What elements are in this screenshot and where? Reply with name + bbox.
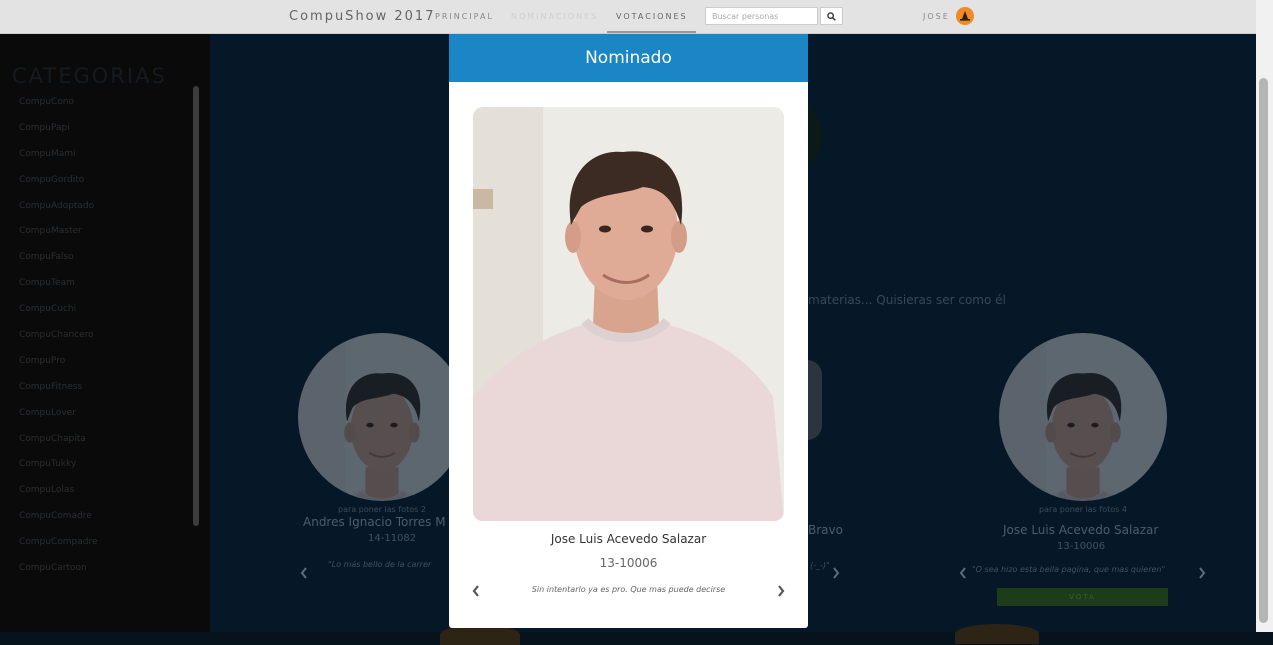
nominee-photo-fragment [807,360,822,440]
chevron-right-icon [778,585,785,597]
sidebar-title: CATEGORIAS [12,64,167,88]
sidebar-item-compupapi[interactable]: CompuPapi [19,122,98,148]
sidebar-item-computukky[interactable]: CompuTukky [19,458,98,484]
sidebar-item-compufitness[interactable]: CompuFitness [19,381,98,407]
next-button[interactable] [774,582,788,600]
nominee-carne: 13-10006 [1057,541,1106,552]
sidebar-item-compucartoon[interactable]: CompuCartoon [19,562,98,588]
user-avatar[interactable] [956,7,974,25]
photo-caption: para poner las fotos 4 [1039,505,1127,514]
nominee-name: Andres Ignacio Torres M [303,515,446,529]
sidebar-item-compucompadre[interactable]: CompuCompadre [19,536,98,562]
page-scrollbar-thumb[interactable] [1259,78,1268,623]
nominee-quote: "Lo más bello de la carrer [328,560,432,569]
nominee-description-fragment: materias... Quisieras ser como él [808,293,1006,307]
sidebar-item-compupro[interactable]: CompuPro [19,355,98,381]
active-tab-indicator [607,31,696,33]
nominee-name: Jose Luis Acevedo Salazar [550,532,707,546]
sidebar-item-compuadoptado[interactable]: CompuAdoptado [19,200,98,226]
nominee-photo-fragment [440,625,520,645]
modal-title: Nominado [585,48,672,68]
nominee-quote-fragment: (-_-)" [810,561,830,570]
nominee-photo-fragment [955,624,1039,644]
nav-link-principal[interactable]: PRINCIPAL [435,12,494,21]
modal-header: Nominado [449,34,808,82]
search-icon [827,11,836,21]
nominee-photo [999,333,1167,501]
chevron-right-icon[interactable] [832,564,840,583]
nav-link-nominaciones[interactable]: NOMINACIONES [511,12,598,21]
nominee-carne: 14-11082 [368,533,417,544]
witch-hat-icon [960,11,970,21]
brand-logo-text[interactable]: CompuShow 2017 [289,9,435,24]
sidebar-item-compucuchi[interactable]: CompuCuchi [19,303,98,329]
sidebar-item-compuchancero[interactable]: CompuChancero [19,329,98,355]
chevron-left-icon[interactable] [959,564,967,583]
sidebar-item-compuchapita[interactable]: CompuChapita [19,433,98,459]
categories-sidebar: CATEGORIAS CompuCono CompuPapi CompuMami… [0,34,210,632]
nominee-quote: Sin intentarlo ya es pro. Que mas puede … [531,585,726,594]
sidebar-item-compufalso[interactable]: CompuFalso [19,251,98,277]
nominee-quote: "O sea hizo esta bella pagina, que mas q… [972,565,1166,574]
nominee-photo [473,107,784,521]
sidebar-scrollbar[interactable] [193,86,199,526]
nominee-card-4: para poner las fotos 4 [999,333,1167,514]
sidebar-item-compucono[interactable]: CompuCono [19,96,98,122]
search-button[interactable] [820,7,843,25]
nominee-name: Jose Luis Acevedo Salazar [1003,523,1159,537]
sidebar-item-compugordito[interactable]: CompuGordito [19,174,98,200]
vote-button[interactable]: VOTA [997,588,1168,606]
sidebar-item-computeam[interactable]: CompuTeam [19,277,98,303]
nominee-carne: 13-10006 [599,556,658,570]
chevron-right-icon[interactable] [1198,564,1206,583]
sidebar-item-compucomadre[interactable]: CompuComadre [19,510,98,536]
search-input[interactable]: Buscar personas [705,7,818,25]
chevron-left-icon[interactable] [300,564,308,583]
sidebar-item-compumami[interactable]: CompuMami [19,148,98,174]
nominee-photo [298,333,466,501]
nav-link-votaciones[interactable]: VOTACIONES [616,12,688,21]
sidebar-item-compulover[interactable]: CompuLover [19,407,98,433]
sidebar-item-compumaster[interactable]: CompuMaster [19,225,98,251]
user-name[interactable]: JOSE [923,12,950,21]
photo-caption: para poner las fotos 2 [338,505,426,514]
sidebar-item-compulolas[interactable]: CompuLolas [19,484,98,510]
top-navbar: CompuShow 2017 PRINCIPAL NOMINACIONES VO… [0,0,1273,34]
nominee-modal: Nominado Jose Luis Acevedo Salazar 13-10… [449,34,808,628]
nominee-name-fragment: Bravo [808,523,843,537]
nominee-card-2: para poner las fotos 2 [298,333,466,514]
